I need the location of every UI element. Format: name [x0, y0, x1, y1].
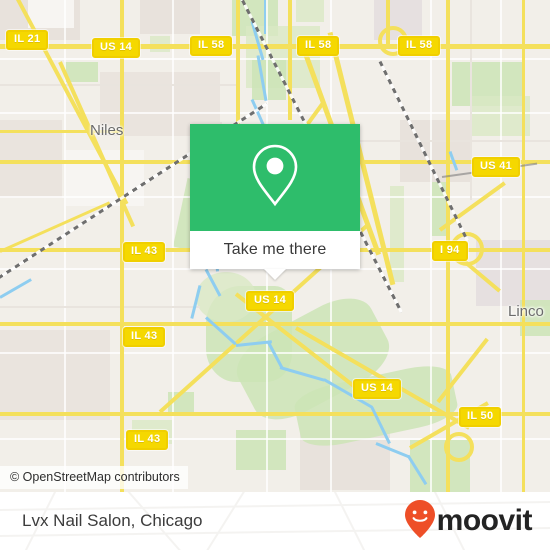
- place-label-niles: Niles: [90, 122, 124, 139]
- interchange-loop: [444, 432, 474, 462]
- highway-shield-us14[interactable]: US 14: [353, 379, 402, 399]
- landuse-residential: [140, 0, 200, 34]
- location-popup-card[interactable]: Take me there: [190, 124, 360, 280]
- popup-card-header: [190, 124, 360, 231]
- osm-attribution[interactable]: © OpenStreetMap contributors: [0, 466, 188, 489]
- highway-shield-il50[interactable]: IL 50: [459, 407, 502, 427]
- take-me-there-button[interactable]: Take me there: [224, 241, 327, 259]
- highway-shield-us14[interactable]: US 14: [246, 291, 295, 311]
- map-canvas[interactable]: Niles Linco IL 21 US 14 IL 58 IL 58 IL 5…: [0, 0, 550, 492]
- highway-shield-il58[interactable]: IL 58: [190, 36, 233, 56]
- popup-card-footer[interactable]: Take me there: [190, 231, 360, 269]
- highway-vertical: [522, 0, 525, 492]
- highway-shield-il58[interactable]: IL 58: [398, 36, 441, 56]
- landuse-block: [28, 0, 74, 28]
- moovit-map-screen: Niles Linco IL 21 US 14 IL 58 IL 58 IL 5…: [0, 0, 550, 550]
- highway-shield-il21[interactable]: IL 21: [6, 30, 49, 50]
- river: [264, 0, 266, 34]
- footer-bar: Lvx Nail Salon, Chicago moovit: [0, 492, 550, 550]
- river: [0, 278, 32, 299]
- landuse-park: [236, 430, 286, 470]
- place-title: Lvx Nail Salon, Chicago: [22, 511, 203, 530]
- highway-vertical: [288, 0, 292, 120]
- moovit-logo[interactable]: moovit: [404, 499, 533, 543]
- street: [0, 58, 550, 60]
- moovit-wordmark: moovit: [436, 504, 533, 537]
- landuse-residential: [0, 330, 110, 420]
- service-road: [0, 306, 200, 308]
- highway-shield-il43[interactable]: IL 43: [123, 242, 166, 262]
- highway-shield-i94[interactable]: I 94: [432, 241, 468, 261]
- highway-shield-us14[interactable]: US 14: [92, 38, 141, 58]
- highway-diagonal: [0, 201, 111, 253]
- moovit-pin-icon: [404, 499, 435, 543]
- popup-card-pointer: [264, 269, 286, 280]
- highway-us14-il58: [0, 44, 550, 49]
- highway-shield-us41[interactable]: US 41: [472, 157, 521, 177]
- landuse-park: [296, 0, 324, 22]
- highway-shield-il43[interactable]: IL 43: [123, 327, 166, 347]
- map-pin-icon: [247, 142, 303, 213]
- highway-shield-il43[interactable]: IL 43: [126, 430, 169, 450]
- highway-shield-il58[interactable]: IL 58: [297, 36, 340, 56]
- street: [172, 0, 174, 492]
- place-label-lincolnwood: Linco: [508, 303, 544, 320]
